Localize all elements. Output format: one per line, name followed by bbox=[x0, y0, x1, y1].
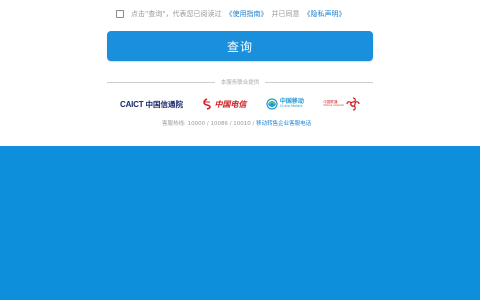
agreement-middle: 并已同意 bbox=[271, 10, 300, 18]
agreement-checkbox[interactable] bbox=[116, 10, 124, 18]
china-mobile-logo: 中国移动 China Mobile bbox=[266, 98, 304, 110]
agreement-prefix: 点击"查询"，代表您已阅读过 bbox=[131, 10, 222, 18]
form-panel: 点击"查询"，代表您已阅读过 《使用指南》 并已同意 《隐私声明》 查询 本服务… bbox=[0, 0, 480, 146]
caict-logo: CAICT 中国信通院 bbox=[120, 99, 183, 110]
terms-link[interactable]: 《使用指南》 bbox=[225, 9, 267, 19]
hotline-text: 客服热线: 10000 / 10086 / 10010 / bbox=[162, 121, 257, 127]
unicom-knot-icon bbox=[346, 97, 360, 111]
divider-line-left bbox=[107, 81, 215, 83]
query-button[interactable]: 查询 bbox=[107, 31, 373, 61]
unicom-en-text: China unicom bbox=[323, 103, 344, 108]
divider-line-right bbox=[265, 81, 374, 83]
privacy-link[interactable]: 《隐私声明》 bbox=[303, 9, 345, 19]
support-caption: 本服务联合提供 bbox=[220, 80, 260, 86]
agreement-row: 点击"查询"，代表您已阅读过 《使用指南》 并已同意 《隐私声明》 bbox=[116, 9, 345, 19]
support-divider: 本服务联合提供 bbox=[107, 77, 374, 87]
mvno-hotline-link[interactable]: 移动转售企业客服电话 bbox=[256, 121, 311, 127]
telecom-cn-text: 中国电信 bbox=[214, 99, 247, 109]
caict-en-text: CAICT bbox=[120, 99, 144, 109]
partner-logos: CAICT 中国信通院 中国电信 中国移动 China Mobile 中国联通 … bbox=[120, 94, 360, 114]
telecom-swirl-icon bbox=[203, 98, 212, 110]
hotline-row: 客服热线: 10000 / 10086 / 10010 / 移动转售企业客服电话 bbox=[162, 119, 311, 127]
china-telecom-logo: 中国电信 bbox=[202, 98, 246, 110]
blue-background-panel bbox=[0, 146, 480, 300]
mobile-en-text: China Mobile bbox=[279, 104, 303, 109]
mobile-leaf-icon bbox=[266, 98, 278, 110]
caict-cn-text: 中国信通院 bbox=[145, 99, 183, 109]
china-unicom-logo: 中国联通 China unicom bbox=[323, 97, 360, 111]
